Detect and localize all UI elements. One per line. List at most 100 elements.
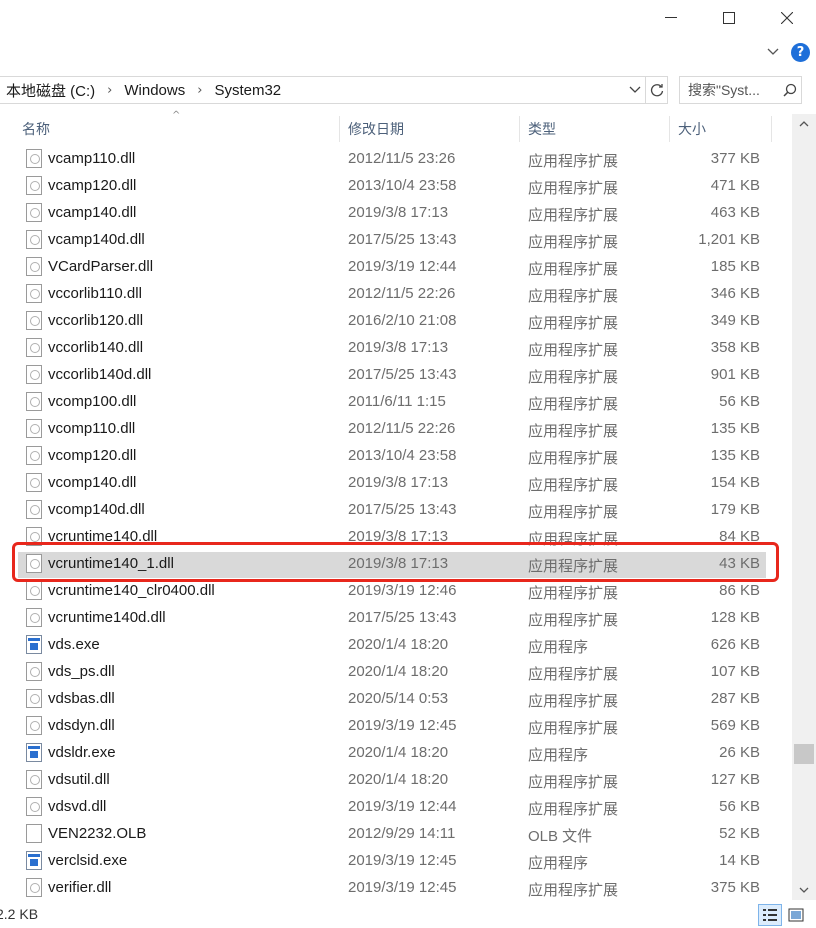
file-row[interactable]: vccorlib140d.dll 2017/5/25 13:43 应用程序扩展 901… <box>0 361 792 388</box>
file-row[interactable]: vccorlib140.dll 2019/3/8 17:13 应用程序扩展 358 K… <box>0 334 792 361</box>
file-name: vdsvd.dll <box>48 798 107 815</box>
file-type: OLB 文件 <box>528 828 593 845</box>
breadcrumb-system32[interactable]: System32 <box>208 82 287 99</box>
maximize-button[interactable] <box>700 0 758 36</box>
file-row[interactable]: vcamp140d.dll 2017/5/25 13:43 应用程序扩展 1,201 … <box>0 226 792 253</box>
file-icon <box>26 824 42 843</box>
minimize-button[interactable] <box>642 0 700 36</box>
large-icons-view-button[interactable] <box>784 904 808 926</box>
dll-icon <box>26 500 42 519</box>
file-row[interactable]: vcomp110.dll 2012/11/5 22:26 应用程序扩展 135 KB <box>0 415 792 442</box>
column-size[interactable]: 大小 <box>678 114 706 144</box>
vertical-scrollbar[interactable] <box>792 114 816 900</box>
file-row[interactable]: vcamp110.dll 2012/11/5 23:26 应用程序扩展 377 KB <box>0 145 792 172</box>
file-date-modified: 2019/3/8 17:13 <box>348 204 449 221</box>
dll-icon <box>26 662 42 681</box>
column-date-modified[interactable]: 修改日期 <box>348 114 404 144</box>
file-date-modified: 2019/3/19 12:45 <box>348 879 457 896</box>
breadcrumb-drive[interactable]: 本地磁盘 (C:) <box>0 80 101 101</box>
column-type[interactable]: 类型 <box>528 114 556 144</box>
file-name: vds.exe <box>48 636 100 653</box>
file-row[interactable]: verifier.dll 2019/3/19 12:45 应用程序扩展 375 KB <box>0 874 792 901</box>
file-type: 应用程序扩展 <box>528 396 619 413</box>
breadcrumb-separator[interactable]: › <box>101 83 118 98</box>
scroll-up-button[interactable] <box>796 116 812 132</box>
help-button[interactable]: ? <box>791 42 810 62</box>
breadcrumb-windows[interactable]: Windows <box>118 82 191 99</box>
file-type: 应用程序 <box>528 639 589 656</box>
scrollbar-thumb[interactable] <box>794 744 814 764</box>
column-name[interactable]: 名称 <box>22 114 50 144</box>
close-button[interactable] <box>758 0 816 36</box>
column-divider[interactable] <box>519 116 520 142</box>
file-name: vcomp140.dll <box>48 474 137 491</box>
file-type: 应用程序扩展 <box>528 234 619 251</box>
file-name: vcamp140.dll <box>48 204 137 221</box>
file-size: 107 KB <box>710 663 760 680</box>
column-divider[interactable] <box>669 116 670 142</box>
file-row[interactable]: verclsid.exe 2019/3/19 12:45 应用程序 14 KB <box>0 847 792 874</box>
file-size: 14 KB <box>719 852 760 869</box>
file-row[interactable]: vdsldr.exe 2020/1/4 18:20 应用程序 26 KB <box>0 739 792 766</box>
search-placeholder: 搜索"Syst... <box>688 82 760 98</box>
file-name: vcamp110.dll <box>48 150 136 167</box>
file-row[interactable]: vcomp140.dll 2019/3/8 17:13 应用程序扩展 154 KB <box>0 469 792 496</box>
file-row[interactable]: VCardParser.dll 2019/3/19 12:44 应用程序扩展 185 … <box>0 253 792 280</box>
file-row[interactable]: vds_ps.dll 2020/1/4 18:20 应用程序扩展 107 KB <box>0 658 792 685</box>
column-divider[interactable] <box>339 116 340 142</box>
details-view-button[interactable] <box>758 904 782 926</box>
file-name: vcamp120.dll <box>48 177 137 194</box>
file-row[interactable]: vccorlib120.dll 2016/2/10 21:08 应用程序扩展 349 … <box>0 307 792 334</box>
search-icon[interactable] <box>779 83 801 97</box>
file-row[interactable]: vdsvd.dll 2019/3/19 12:44 应用程序扩展 56 KB <box>0 793 792 820</box>
file-size: 287 KB <box>710 690 760 707</box>
dll-icon <box>26 689 42 708</box>
column-divider[interactable] <box>771 116 772 142</box>
file-row[interactable]: vccorlib110.dll 2012/11/5 22:26 应用程序扩展 346 … <box>0 280 792 307</box>
dll-icon <box>26 392 42 411</box>
search-input[interactable]: 搜索"Syst... <box>679 76 802 104</box>
refresh-button[interactable] <box>645 77 667 103</box>
file-type: 应用程序扩展 <box>528 693 619 710</box>
file-date-modified: 2020/1/4 18:20 <box>348 744 449 761</box>
file-date-modified: 2017/5/25 13:43 <box>348 609 457 626</box>
file-size: 377 KB <box>710 150 760 167</box>
file-type: 应用程序扩展 <box>528 774 619 791</box>
file-row[interactable]: vcomp120.dll 2013/10/4 23:58 应用程序扩展 135 KB <box>0 442 792 469</box>
dll-icon <box>26 257 42 276</box>
address-bar[interactable]: 本地磁盘 (C:) › Windows › System32 <box>0 76 668 104</box>
file-size: 127 KB <box>710 771 760 788</box>
file-size: 346 KB <box>710 285 760 302</box>
file-row[interactable]: VEN2232.OLB 2012/9/29 14:11 OLB 文件 52 KB <box>0 820 792 847</box>
expand-ribbon-button[interactable] <box>765 44 781 60</box>
file-type: 应用程序扩展 <box>528 369 619 386</box>
file-row[interactable]: vdsdyn.dll 2019/3/19 12:45 应用程序扩展 569 KB <box>0 712 792 739</box>
file-size: 358 KB <box>710 339 760 356</box>
dll-icon <box>26 797 42 816</box>
file-date-modified: 2019/3/8 17:13 <box>348 339 449 356</box>
maximize-icon <box>723 12 735 24</box>
file-row[interactable]: vcamp140.dll 2019/3/8 17:13 应用程序扩展 463 KB <box>0 199 792 226</box>
file-name: vdsutil.dll <box>48 771 110 788</box>
file-row[interactable]: vcruntime140d.dll 2017/5/25 13:43 应用程序扩展 12… <box>0 604 792 631</box>
file-row[interactable]: vcamp120.dll 2013/10/4 23:58 应用程序扩展 471 KB <box>0 172 792 199</box>
file-date-modified: 2013/10/4 23:58 <box>348 177 457 194</box>
address-history-dropdown[interactable] <box>625 77 645 103</box>
file-date-modified: 2017/5/25 13:43 <box>348 501 457 518</box>
dll-icon <box>26 176 42 195</box>
file-size: 1,201 KB <box>698 231 760 248</box>
file-date-modified: 2011/6/11 1:15 <box>348 393 446 410</box>
scroll-down-button[interactable] <box>796 882 812 898</box>
file-date-modified: 2012/11/5 22:26 <box>348 285 456 302</box>
file-row[interactable]: vcomp100.dll 2011/6/11 1:15 应用程序扩展 56 KB <box>0 388 792 415</box>
file-name: vccorlib140.dll <box>48 339 144 356</box>
dll-icon <box>26 230 42 249</box>
breadcrumb-separator[interactable]: › <box>191 83 208 98</box>
file-date-modified: 2012/11/5 22:26 <box>348 420 456 437</box>
file-size: 56 KB <box>719 393 760 410</box>
file-row[interactable]: vdsutil.dll 2020/1/4 18:20 应用程序扩展 127 KB <box>0 766 792 793</box>
file-row[interactable]: vcomp140d.dll 2017/5/25 13:43 应用程序扩展 179 KB <box>0 496 792 523</box>
file-row[interactable]: vdsbas.dll 2020/5/14 0:53 应用程序扩展 287 KB <box>0 685 792 712</box>
large-icons-view-icon <box>788 908 804 922</box>
file-row[interactable]: vds.exe 2020/1/4 18:20 应用程序 626 KB <box>0 631 792 658</box>
